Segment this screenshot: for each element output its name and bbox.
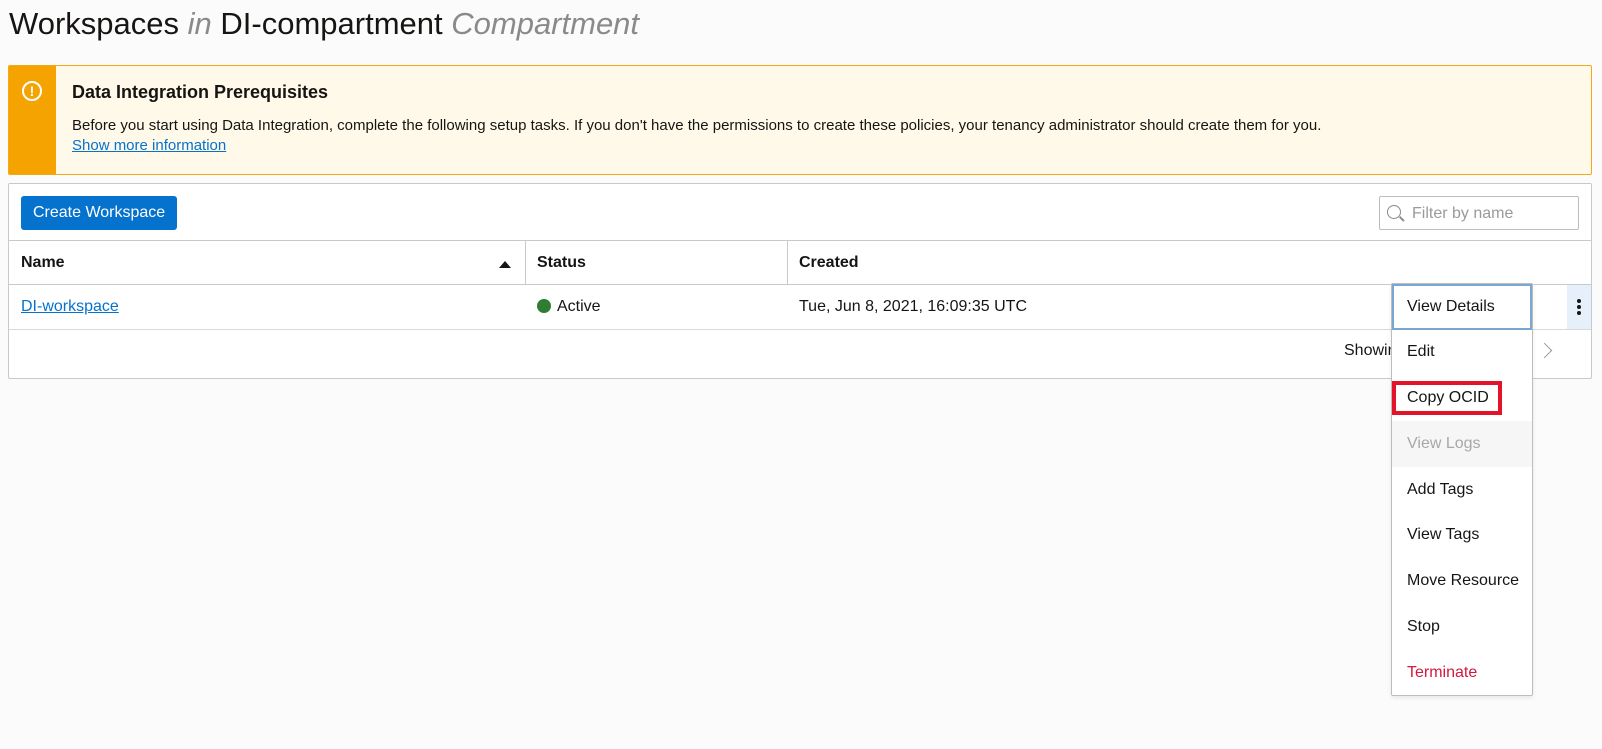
status-label: Active [557,298,601,315]
pagination-summary: Showin [1344,342,1397,359]
alert-title: Data Integration Prerequisites [72,82,329,102]
menu-item-copy-ocid[interactable]: Copy OCID [1392,375,1532,421]
filter-input[interactable] [1410,197,1574,231]
chevron-right-icon[interactable] [1536,342,1553,359]
prerequisites-alert: ! Data Integration Prerequisites Before … [8,65,1592,175]
menu-item-view-tags[interactable]: View Tags [1392,512,1532,558]
row-actions-menu: View Details Edit Copy OCID View Logs Ad… [1391,283,1533,696]
show-more-information-link[interactable]: Show more information [72,137,226,154]
table-header: Name Status Created [9,240,1591,285]
menu-item-stop[interactable]: Stop [1392,604,1532,650]
alert-bar: ! [9,66,56,174]
filter-by-name-field[interactable] [1379,196,1579,231]
column-resize-handle[interactable] [525,241,526,284]
created-cell: Tue, Jun 8, 2021, 16:09:35 UTC [799,298,1027,315]
column-header-status[interactable]: Status [537,241,586,284]
page-title-main: Workspaces [9,6,179,41]
menu-item-terminate[interactable]: Terminate [1392,650,1532,696]
column-header-name[interactable]: Name [21,241,65,284]
status-cell: Active [537,285,601,328]
page-title-in: in [187,6,212,41]
status-active-icon [537,299,551,313]
menu-item-view-details[interactable]: View Details [1392,284,1532,330]
menu-item-edit[interactable]: Edit [1392,329,1532,375]
row-actions-kebab-icon[interactable] [1567,285,1591,329]
column-header-created[interactable]: Created [799,241,859,284]
sort-ascending-icon[interactable] [499,261,511,268]
menu-item-move-resource[interactable]: Move Resource [1392,558,1532,604]
menu-item-view-logs: View Logs [1392,421,1532,467]
table-row: DI-workspace Active Tue, Jun 8, 2021, 16… [9,285,1591,330]
alert-body: Before you start using Data Integration,… [72,117,1322,134]
column-divider [787,241,788,284]
menu-item-add-tags[interactable]: Add Tags [1392,467,1532,513]
page-title: Workspaces in DI-compartment Compartment [9,4,639,44]
exclamation-circle-icon: ! [22,81,42,101]
page-title-compartment: DI-compartment [220,6,443,41]
workspace-name-link[interactable]: DI-workspace [21,285,119,328]
search-icon [1387,205,1401,219]
page-title-compartment-suffix: Compartment [451,6,640,41]
workspaces-table-panel: Create Workspace Name Status Created DI-… [8,183,1592,379]
create-workspace-button[interactable]: Create Workspace [21,196,178,230]
